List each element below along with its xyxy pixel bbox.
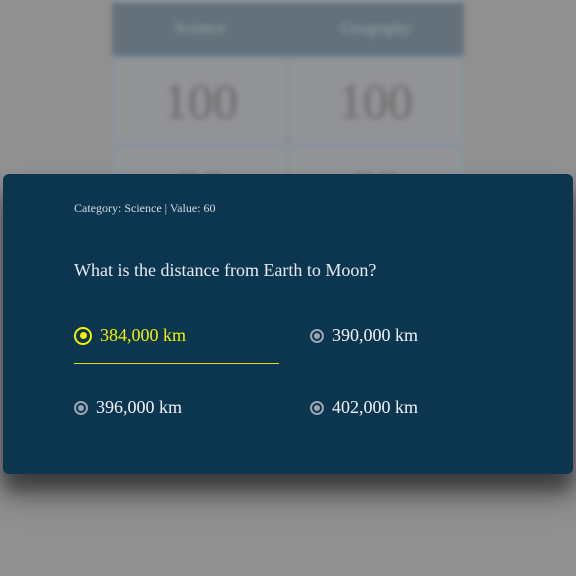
question-text: What is the distance from Earth to Moon? [74, 260, 377, 280]
selected-answer-underline [74, 363, 279, 364]
radio-icon [74, 400, 88, 415]
answer-label: 384,000 km [100, 325, 187, 345]
category-name: Science [124, 201, 162, 215]
board-header: Science Geography [112, 2, 464, 56]
answer-label: 402,000 km [332, 397, 419, 417]
radio-icon [310, 400, 324, 415]
board-row: 100 100 [114, 56, 462, 144]
answer-label: 390,000 km [332, 325, 419, 345]
radio-icon [74, 326, 92, 345]
board-header-science: Science [175, 20, 225, 37]
question-modal: Category: Science | Value: 60 What is th… [3, 174, 573, 474]
answer-option-3[interactable]: 396,000 km [74, 397, 182, 418]
board-header-geography: Geography [340, 20, 412, 37]
answer-label: 396,000 km [96, 397, 183, 417]
value-label: Value: [169, 201, 201, 215]
category-label: Category: [74, 201, 122, 215]
answer-option-2[interactable]: 390,000 km [310, 325, 418, 346]
answer-option-1[interactable]: 384,000 km [74, 325, 186, 346]
question-value: 60 [203, 201, 216, 215]
radio-icon [310, 328, 324, 343]
answer-option-4[interactable]: 402,000 km [310, 397, 418, 418]
game-screen: Science Geography 100 100 80 80 Category… [0, 0, 576, 576]
category-value-line: Category: Science | Value: 60 [74, 201, 216, 216]
board-cell-science-100[interactable]: 100 [114, 58, 287, 144]
board-cell-geography-100[interactable]: 100 [287, 58, 462, 144]
